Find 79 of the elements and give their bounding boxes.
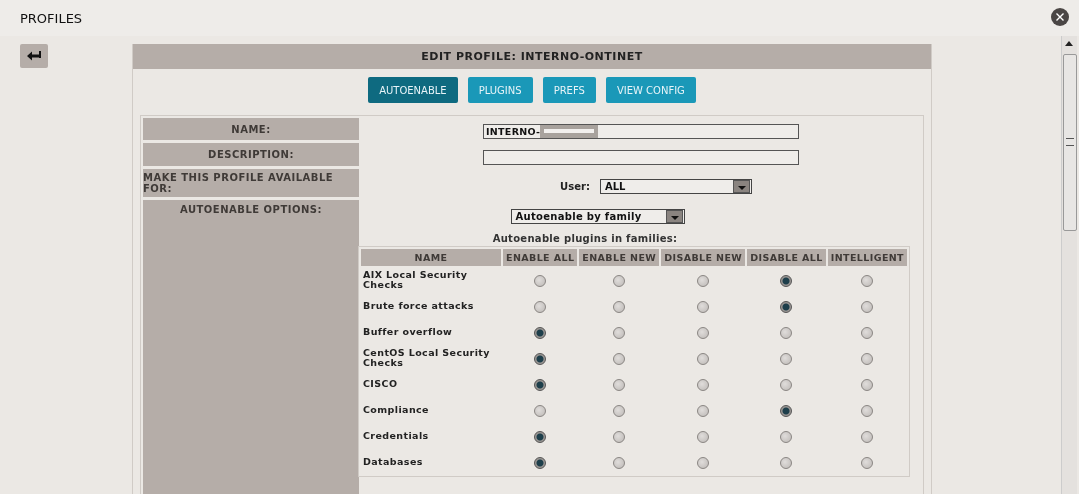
column-header: INTELLIGENT <box>827 249 907 266</box>
radio-button[interactable] <box>697 327 710 339</box>
radio-button[interactable] <box>697 301 710 313</box>
radio-button[interactable] <box>613 405 626 417</box>
user-dropdown[interactable]: ALL <box>599 178 752 194</box>
radio-button[interactable] <box>534 379 547 391</box>
back-arrow-icon <box>26 50 42 62</box>
radio-button[interactable] <box>780 405 793 417</box>
radio-button[interactable] <box>780 275 793 287</box>
field-label: MAKE THIS PROFILE AVAILABLE FOR: <box>143 168 359 197</box>
radio-button[interactable] <box>613 353 626 365</box>
radio-button[interactable] <box>780 431 793 443</box>
radio-button[interactable] <box>861 301 874 313</box>
family-name: Buffer overflow <box>363 326 453 337</box>
scroll-up-icon[interactable] <box>1065 41 1073 46</box>
column-header: NAME <box>361 249 501 266</box>
radio-button[interactable] <box>697 457 710 469</box>
scrollbar[interactable] <box>1061 36 1077 494</box>
radio-button[interactable] <box>613 275 626 287</box>
family-name: Brute force attacks <box>363 300 474 311</box>
radio-button[interactable] <box>613 457 626 469</box>
user-label: User: <box>560 180 590 192</box>
radio-button[interactable] <box>613 327 626 339</box>
radio-button[interactable] <box>697 405 710 417</box>
column-header: DISABLE ALL <box>747 249 826 266</box>
family-name: CentOS Local Security Checks <box>363 347 490 368</box>
field-label: AUTOENABLE OPTIONS: <box>143 200 359 494</box>
window-title: PROFILES <box>20 10 83 26</box>
family-name: CISCO <box>363 378 398 389</box>
radio-button[interactable] <box>861 327 874 339</box>
radio-button[interactable] <box>861 457 874 469</box>
field-label: NAME: <box>143 118 359 141</box>
close-icon[interactable] <box>1051 8 1069 26</box>
column-header: DISABLE NEW <box>661 249 746 266</box>
radio-button[interactable] <box>534 353 547 365</box>
tab[interactable]: PLUGINS <box>467 77 533 103</box>
radio-button[interactable] <box>861 405 874 417</box>
panel-title: EDIT PROFILE: INTERNO-ONTINET <box>133 44 931 69</box>
radio-button[interactable] <box>697 431 710 443</box>
tab[interactable]: AUTOENABLE <box>368 77 458 103</box>
name-field[interactable]: INTERNO- <box>483 123 799 139</box>
radio-button[interactable] <box>534 431 547 443</box>
radio-button[interactable] <box>534 327 547 339</box>
family-name: Databases <box>363 456 423 467</box>
tab[interactable]: VIEW CONFIG <box>605 77 696 103</box>
family-name: Credentials <box>363 430 429 441</box>
radio-button[interactable] <box>697 275 710 287</box>
radio-button[interactable] <box>780 379 793 391</box>
redacted-text-drawing <box>540 124 599 138</box>
tab[interactable]: PREFS <box>542 77 596 103</box>
field-label: DESCRIPTION: <box>143 143 359 166</box>
radio-button[interactable] <box>534 275 547 287</box>
caret-icon <box>665 209 683 223</box>
radio-button[interactable] <box>613 431 626 443</box>
back-button[interactable] <box>20 44 48 68</box>
radio-button[interactable] <box>613 301 626 313</box>
caret-icon <box>732 179 750 193</box>
radio-button[interactable] <box>861 431 874 443</box>
radio-button[interactable] <box>697 379 710 391</box>
scroll-thumb[interactable] <box>1063 54 1077 231</box>
radio-button[interactable] <box>780 301 793 313</box>
family-name: AIX Local Security Checks <box>363 269 468 290</box>
family-name: Compliance <box>363 404 429 415</box>
radio-button[interactable] <box>861 275 874 287</box>
column-header: ENABLE ALL <box>503 249 578 266</box>
radio-button[interactable] <box>861 379 874 391</box>
column-header: ENABLE NEW <box>579 249 660 266</box>
radio-button[interactable] <box>534 405 547 417</box>
radio-button[interactable] <box>861 353 874 365</box>
radio-button[interactable] <box>613 379 626 391</box>
radio-button[interactable] <box>697 353 710 365</box>
radio-button[interactable] <box>534 457 547 469</box>
autoenable-dropdown[interactable]: Autoenable by family <box>510 208 685 224</box>
families-caption: Autoenable plugins in families: <box>492 231 678 246</box>
radio-button[interactable] <box>780 457 793 469</box>
radio-button[interactable] <box>780 353 793 365</box>
description-field[interactable] <box>483 149 799 165</box>
radio-button[interactable] <box>534 301 547 313</box>
radio-button[interactable] <box>780 327 793 339</box>
